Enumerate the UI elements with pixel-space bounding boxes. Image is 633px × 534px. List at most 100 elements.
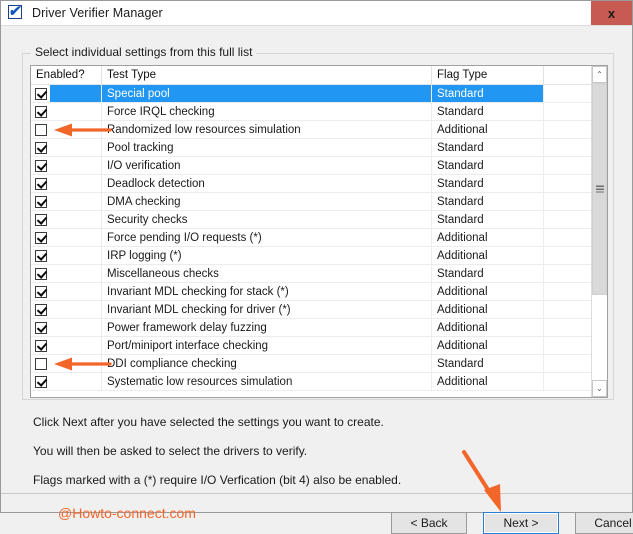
listview-scrollbar[interactable]: ⌃ ⌄ <box>591 66 607 397</box>
row-enabled-cell[interactable] <box>31 85 102 102</box>
row-flag-type-cell: Additional <box>432 247 544 264</box>
row-extra-cell <box>544 373 591 390</box>
checkbox-unchecked-icon[interactable] <box>35 357 47 370</box>
column-header-test-type[interactable]: Test Type <box>102 66 432 84</box>
table-row[interactable]: Power framework delay fuzzing Additional <box>31 319 591 337</box>
row-test-type-cell: Special pool <box>102 85 432 102</box>
settings-listview[interactable]: Enabled? Test Type Flag Type Special poo… <box>30 65 608 398</box>
checkbox-checked-icon[interactable] <box>35 159 47 172</box>
listview-header: Enabled? Test Type Flag Type <box>31 66 591 85</box>
row-enabled-cell[interactable] <box>31 247 102 264</box>
row-test-type-cell: Force pending I/O requests (*) <box>102 229 432 246</box>
row-test-type-cell: Security checks <box>102 211 432 228</box>
row-enabled-cell[interactable] <box>31 283 102 300</box>
checkbox-checked-icon[interactable] <box>35 321 47 334</box>
row-enabled-cell[interactable] <box>31 157 102 174</box>
row-flag-type-cell: Standard <box>432 157 544 174</box>
row-enabled-cell[interactable] <box>31 373 102 390</box>
row-enabled-cell[interactable] <box>31 139 102 156</box>
row-test-type-cell: Systematic low resources simulation <box>102 373 432 390</box>
table-row[interactable]: Invariant MDL checking for stack (*) Addi… <box>31 283 591 301</box>
checkbox-checked-icon[interactable] <box>35 213 47 226</box>
checkbox-checked-icon[interactable] <box>35 177 47 190</box>
row-enabled-cell[interactable] <box>31 211 102 228</box>
dialog-buttons: < Back Next > Cancel <box>391 512 633 534</box>
driver-verifier-window: ✔ Driver Verifier Manager x Select indiv… <box>0 0 633 534</box>
row-extra-cell <box>544 211 591 228</box>
checkbox-checked-icon[interactable] <box>35 87 47 100</box>
row-flag-type-cell: Standard <box>432 139 544 156</box>
row-test-type-cell: Invariant MDL checking for stack (*) <box>102 283 432 300</box>
checkbox-checked-icon[interactable] <box>35 267 47 280</box>
groupbox-label: Select individual settings from this ful… <box>31 45 257 59</box>
close-icon[interactable]: x <box>591 1 632 25</box>
table-row[interactable]: Systematic low resources simulation Addit… <box>31 373 591 391</box>
scroll-up-icon[interactable]: ⌃ <box>592 66 607 83</box>
row-flag-type-cell: Standard <box>432 265 544 282</box>
row-flag-type-cell: Standard <box>432 175 544 192</box>
row-test-type-cell: Deadlock detection <box>102 175 432 192</box>
row-extra-cell <box>544 193 591 210</box>
footer-divider <box>1 493 632 494</box>
scrollbar-thumb[interactable] <box>592 83 607 295</box>
row-enabled-cell[interactable] <box>31 175 102 192</box>
table-row[interactable]: Pool tracking Standard <box>31 139 591 157</box>
scroll-down-icon[interactable]: ⌄ <box>592 380 607 397</box>
column-header-flag-type[interactable]: Flag Type <box>432 66 544 84</box>
checkbox-checked-icon[interactable] <box>35 231 47 244</box>
row-extra-cell <box>544 337 591 354</box>
column-header-enabled[interactable]: Enabled? <box>31 66 102 84</box>
checkbox-checked-icon[interactable] <box>35 105 47 118</box>
table-row[interactable]: Port/miniport interface checking Addition… <box>31 337 591 355</box>
table-row[interactable]: Security checks Standard <box>31 211 591 229</box>
row-enabled-cell[interactable] <box>31 103 102 120</box>
checkbox-checked-icon[interactable] <box>35 303 47 316</box>
table-row[interactable]: Deadlock detection Standard <box>31 175 591 193</box>
checkbox-checked-icon[interactable] <box>35 285 47 298</box>
table-row[interactable]: IRP logging (*) Additional <box>31 247 591 265</box>
checkbox-checked-icon[interactable] <box>35 195 47 208</box>
table-row[interactable]: Force IRQL checking Standard <box>31 103 591 121</box>
row-enabled-cell[interactable] <box>31 301 102 318</box>
row-enabled-cell[interactable] <box>31 121 112 138</box>
table-row[interactable]: Miscellaneous checks Standard <box>31 265 591 283</box>
row-enabled-cell[interactable] <box>31 337 102 354</box>
table-row[interactable]: DMA checking Standard <box>31 193 591 211</box>
row-enabled-cell[interactable] <box>31 355 112 372</box>
next-button[interactable]: Next > <box>483 512 559 534</box>
column-header-extra[interactable] <box>544 66 591 84</box>
row-selection-fill <box>50 85 101 102</box>
checkbox-unchecked-icon[interactable] <box>35 123 47 136</box>
table-row[interactable]: Force pending I/O requests (*) Additional <box>31 229 591 247</box>
row-enabled-cell[interactable] <box>31 319 102 336</box>
annotation-arrow-row <box>54 123 112 137</box>
verifier-checkmark-icon: ✔ <box>7 3 23 20</box>
row-extra-cell <box>544 175 591 192</box>
row-extra-cell <box>544 139 591 156</box>
checkbox-checked-icon[interactable] <box>35 339 47 352</box>
checkbox-checked-icon[interactable] <box>35 141 47 154</box>
table-row[interactable]: Randomized low resources simulation Addit… <box>31 121 591 139</box>
row-flag-type-cell: Additional <box>432 337 544 354</box>
checkbox-checked-icon[interactable] <box>35 249 47 262</box>
row-test-type-cell: Port/miniport interface checking <box>102 337 432 354</box>
instruction-line-2: You will then be asked to select the dri… <box>33 444 308 458</box>
scrollbar-track[interactable] <box>592 83 607 380</box>
checkbox-checked-icon[interactable] <box>35 375 47 388</box>
row-enabled-cell[interactable] <box>31 265 102 282</box>
back-button[interactable]: < Back <box>391 512 467 534</box>
row-enabled-cell[interactable] <box>31 193 102 210</box>
row-extra-cell <box>544 301 591 318</box>
table-row[interactable]: Special pool Standard <box>31 85 591 103</box>
row-test-type-cell: Pool tracking <box>102 139 432 156</box>
scrollbar-grip-icon <box>595 185 604 193</box>
row-test-type-cell: DMA checking <box>102 193 432 210</box>
cancel-button[interactable]: Cancel <box>575 512 633 534</box>
table-row[interactable]: I/O verification Standard <box>31 157 591 175</box>
table-row[interactable]: Invariant MDL checking for driver (*) Add… <box>31 301 591 319</box>
table-row[interactable]: DDI compliance checking Standard <box>31 355 591 373</box>
row-enabled-cell[interactable] <box>31 229 102 246</box>
row-flag-type-cell: Additional <box>432 121 544 138</box>
watermark-text: @Howto-connect.com <box>58 505 196 521</box>
row-test-type-cell: Miscellaneous checks <box>102 265 432 282</box>
